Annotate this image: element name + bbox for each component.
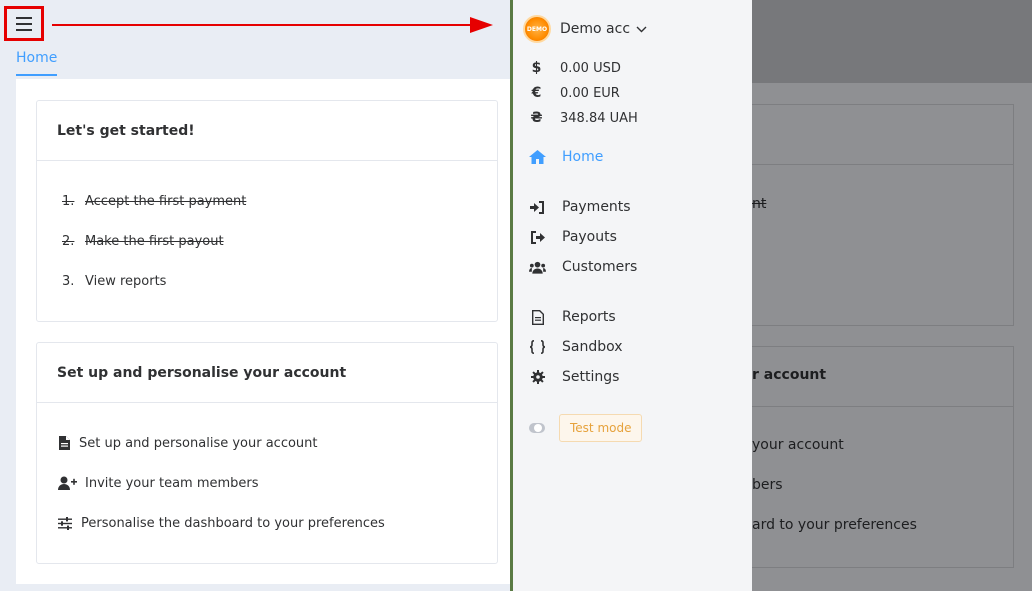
sidebar: DEMO Demo acc $ 0.00 USD € 0.00 EUR ₴ 34… [513, 0, 752, 591]
step-link[interactable]: View reports [85, 274, 166, 289]
account-name: Demo acc [560, 21, 631, 37]
getting-started-title: Let's get started! [37, 101, 497, 161]
sidebar-item-label: Home [562, 149, 604, 165]
gear-icon [529, 369, 546, 385]
chevron-down-icon [636, 26, 647, 32]
setup-title: Set up and personalise your account [37, 343, 497, 403]
file-text-icon [529, 309, 546, 325]
sign-out-icon [529, 229, 546, 245]
sliders-icon [57, 516, 73, 530]
step-item: 2. Make the first payout [62, 233, 224, 249]
backdrop-text: bers [752, 477, 783, 493]
test-mode-button[interactable]: Test mode [559, 414, 643, 442]
sidebar-item-payouts[interactable]: Payouts [529, 229, 617, 245]
backdrop-text: ard to your preferences [752, 517, 917, 533]
hryvnia-icon: ₴ [530, 110, 543, 126]
setup-item-label: Invite your team members [85, 475, 259, 491]
sidebar-item-label: Payouts [562, 229, 617, 245]
test-mode-toggle[interactable] [529, 423, 545, 433]
balance-eur: € 0.00 EUR [529, 85, 620, 101]
sidebar-item-label: Customers [562, 259, 638, 275]
sidebar-item-payments[interactable]: Payments [529, 199, 631, 215]
getting-started-card: Let's get started! 1. Accept the first p… [36, 100, 498, 322]
user-plus-icon [57, 476, 77, 490]
menu-toggle-button[interactable] [4, 6, 44, 41]
account-switcher[interactable]: DEMO Demo acc [523, 15, 647, 43]
sidebar-item-label: Payments [562, 199, 631, 215]
sidebar-item-home[interactable]: Home [529, 149, 603, 165]
sidebar-item-settings[interactable]: Settings [529, 369, 619, 385]
backdrop-card [752, 104, 1014, 326]
page-before: Home Let's get started! 1. Accept the fi… [0, 0, 510, 591]
backdrop-text: r account [752, 367, 827, 383]
home-icon [529, 149, 546, 165]
sidebar-item-label: Settings [562, 369, 620, 385]
step-item: 1. Accept the first payment [62, 193, 247, 209]
tab-home[interactable]: Home [16, 50, 58, 76]
file-icon [57, 436, 71, 450]
setup-item-dashboard[interactable]: Personalise the dashboard to your prefer… [57, 503, 477, 543]
balance-uah: ₴ 348.84 UAH [530, 110, 638, 126]
backdrop-text: your account [752, 437, 844, 453]
setup-item-label: Personalise the dashboard to your prefer… [81, 515, 385, 531]
braces-icon [529, 339, 546, 355]
main-content: Let's get started! 1. Accept the first p… [16, 79, 510, 584]
sidebar-item-customers[interactable]: Customers [529, 259, 637, 275]
step-link[interactable]: Accept the first payment [85, 194, 246, 209]
setup-card: Set up and personalise your account Set … [36, 342, 498, 564]
setup-item-label: Set up and personalise your account [79, 435, 318, 451]
test-mode-control: Test mode [529, 414, 643, 442]
sidebar-item-sandbox[interactable]: Sandbox [529, 339, 623, 355]
setup-item-invite[interactable]: Invite your team members [57, 463, 477, 503]
users-icon [529, 259, 546, 275]
hamburger-icon [16, 16, 32, 31]
dollar-icon: $ [531, 60, 542, 76]
step-link[interactable]: Make the first payout [85, 234, 224, 249]
sidebar-item-label: Reports [562, 309, 616, 325]
step-item: 3. View reports [62, 273, 167, 289]
sidebar-item-reports[interactable]: Reports [529, 309, 616, 325]
backdrop-text: nt [752, 196, 767, 212]
setup-item-personalise[interactable]: Set up and personalise your account [57, 423, 477, 463]
sidebar-item-label: Sandbox [562, 339, 623, 355]
avatar: DEMO [523, 15, 551, 43]
euro-icon: € [531, 85, 542, 101]
annotation-arrow [52, 17, 493, 33]
menu-backdrop[interactable]: nt r account your account bers ard to yo… [752, 0, 1032, 591]
balance-usd: $ 0.00 USD [529, 60, 621, 76]
sign-in-icon [529, 199, 546, 215]
